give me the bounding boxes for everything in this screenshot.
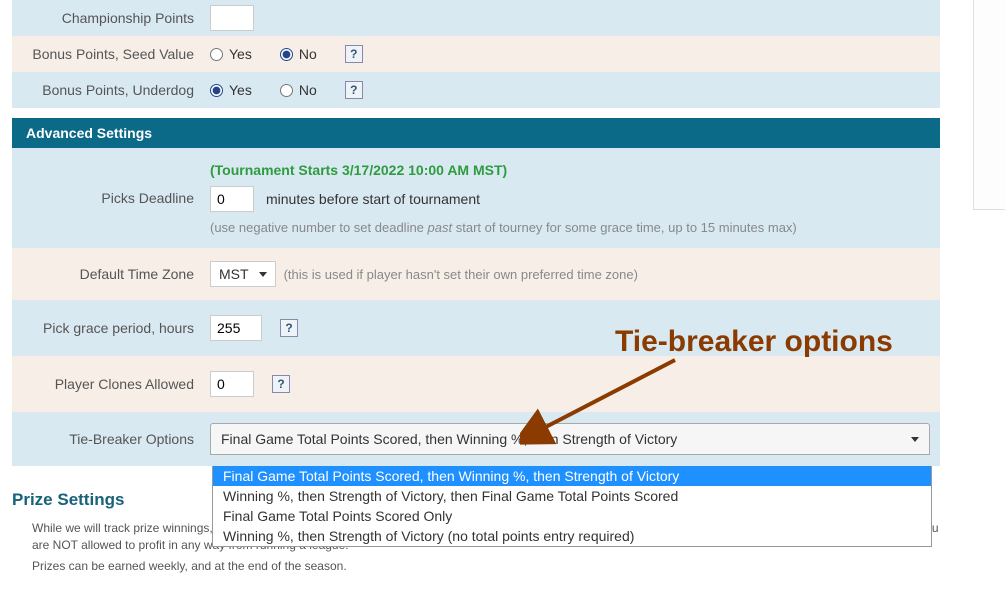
bonus-underdog-label: Bonus Points, Underdog (12, 82, 202, 98)
timezone-hint: (this is used if player hasn't set their… (284, 267, 638, 282)
clones-input[interactable] (210, 371, 254, 397)
bonus-underdog-yes-radio[interactable]: Yes (210, 82, 252, 98)
timezone-value: MST (219, 266, 249, 282)
picks-deadline-input[interactable] (210, 186, 254, 212)
sidebar-fragment (973, 0, 1005, 210)
championship-points-label: Championship Points (12, 10, 202, 26)
annotation-label: Tie-breaker options (615, 325, 893, 359)
default-timezone-select[interactable]: MST (210, 261, 276, 287)
default-timezone-label: Default Time Zone (12, 266, 202, 282)
help-icon[interactable]: ? (345, 45, 363, 63)
help-icon[interactable]: ? (272, 375, 290, 393)
tiebreaker-option[interactable]: Winning %, then Strength of Victory (no … (213, 526, 931, 546)
tiebreaker-option[interactable]: Winning %, then Strength of Victory, the… (213, 486, 931, 506)
bonus-seed-no-radio[interactable]: No (280, 46, 317, 62)
picks-deadline-suffix: minutes before start of tournament (266, 191, 480, 207)
prize-fine-print-2: Prizes can be earned weekly, and at the … (32, 558, 940, 575)
chevron-down-icon (911, 437, 919, 442)
grace-period-input[interactable] (210, 315, 262, 341)
radio-yes-label: Yes (229, 46, 252, 62)
bonus-seed-label: Bonus Points, Seed Value (12, 46, 202, 62)
help-icon[interactable]: ? (345, 81, 363, 99)
advanced-settings-header: Advanced Settings (12, 118, 940, 148)
bonus-underdog-no-radio[interactable]: No (280, 82, 317, 98)
tiebreaker-label: Tie-Breaker Options (12, 431, 202, 447)
tiebreaker-dropdown-panel: Final Game Total Points Scored, then Win… (212, 466, 932, 547)
help-icon[interactable]: ? (280, 319, 298, 337)
radio-no-label: No (299, 46, 317, 62)
bonus-seed-yes-radio[interactable]: Yes (210, 46, 252, 62)
championship-points-input[interactable] (210, 5, 254, 31)
tiebreaker-selected-text: Final Game Total Points Scored, then Win… (221, 431, 677, 447)
tiebreaker-select[interactable]: Final Game Total Points Scored, then Win… (210, 423, 930, 455)
tiebreaker-option[interactable]: Final Game Total Points Scored, then Win… (213, 466, 931, 486)
picks-deadline-label: Picks Deadline (12, 148, 202, 248)
grace-period-label: Pick grace period, hours (12, 320, 202, 336)
chevron-down-icon (259, 272, 267, 277)
tournament-start-note: (Tournament Starts 3/17/2022 10:00 AM MS… (210, 162, 507, 178)
clones-label: Player Clones Allowed (12, 376, 202, 392)
tiebreaker-option[interactable]: Final Game Total Points Scored Only (213, 506, 931, 526)
radio-yes-label: Yes (229, 82, 252, 98)
picks-deadline-hint: (use negative number to set deadline pas… (210, 220, 797, 235)
radio-no-label: No (299, 82, 317, 98)
